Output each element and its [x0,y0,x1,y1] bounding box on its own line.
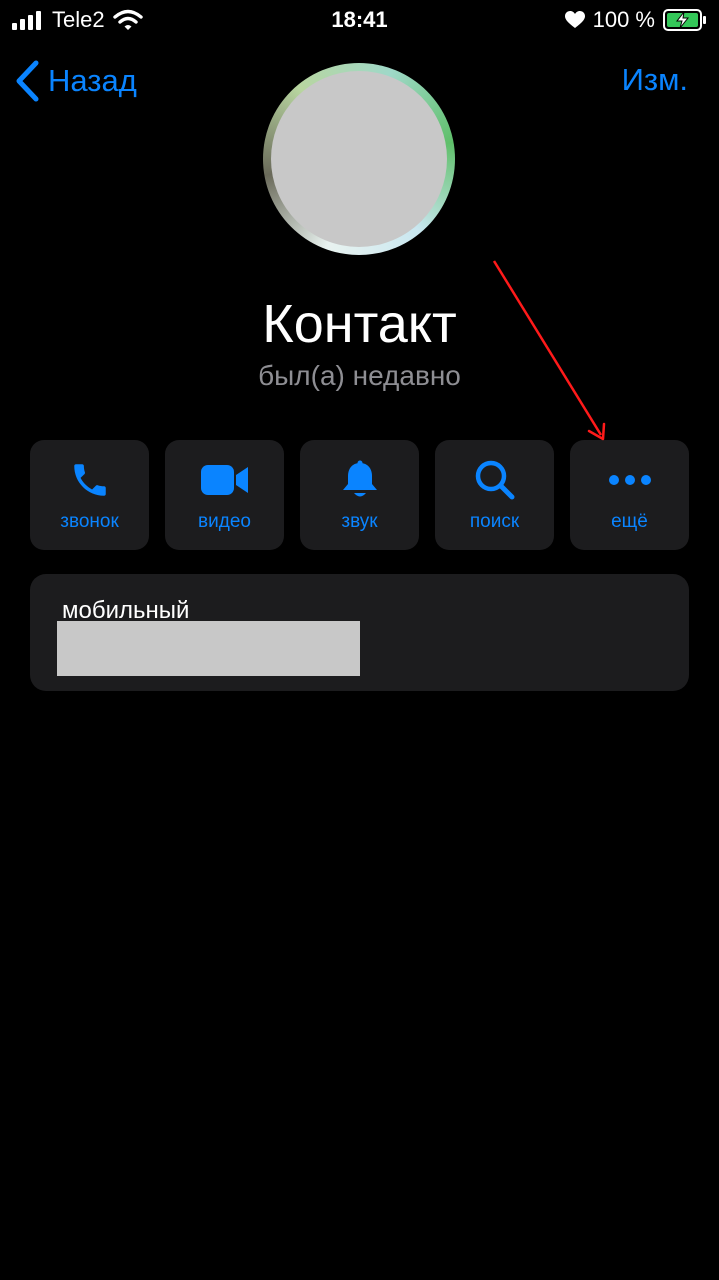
phone-number-card[interactable]: мобильный [30,574,689,691]
search-icon [475,460,514,500]
sound-button[interactable]: звук [300,440,419,550]
more-button[interactable]: ещё [570,440,689,550]
chevron-left-icon [16,60,39,102]
call-label: звонок [60,511,119,532]
edit-button[interactable]: Изм. [622,60,688,100]
more-dots-icon [608,475,651,485]
back-label: Назад [48,63,137,98]
battery-charging-icon [663,9,706,31]
sound-label: звук [341,511,378,532]
video-camera-icon [200,465,248,495]
video-label: видео [198,511,251,532]
avatar-redaction [271,71,447,247]
heart-icon [564,11,585,28]
search-label: поиск [469,511,520,532]
video-button[interactable]: видео [165,440,284,550]
bell-icon [342,460,377,497]
contact-status: был(а) недавно [258,360,461,391]
phone-number-redaction [57,621,360,676]
back-button[interactable]: Назад [14,60,137,102]
call-button[interactable]: звонок [30,440,149,550]
status-bar-right: 100 % [564,6,707,34]
avatar[interactable] [263,63,455,255]
status-bar: Tele2 18:41 100 % [0,0,719,40]
contact-name: Контакт [262,294,457,354]
phone-icon [73,464,106,496]
battery-percent: 100 % [592,7,655,32]
more-label: ещё [611,511,648,532]
action-buttons-row: звонок видео звук поиск ещё [30,440,689,550]
search-button[interactable]: поиск [435,440,554,550]
